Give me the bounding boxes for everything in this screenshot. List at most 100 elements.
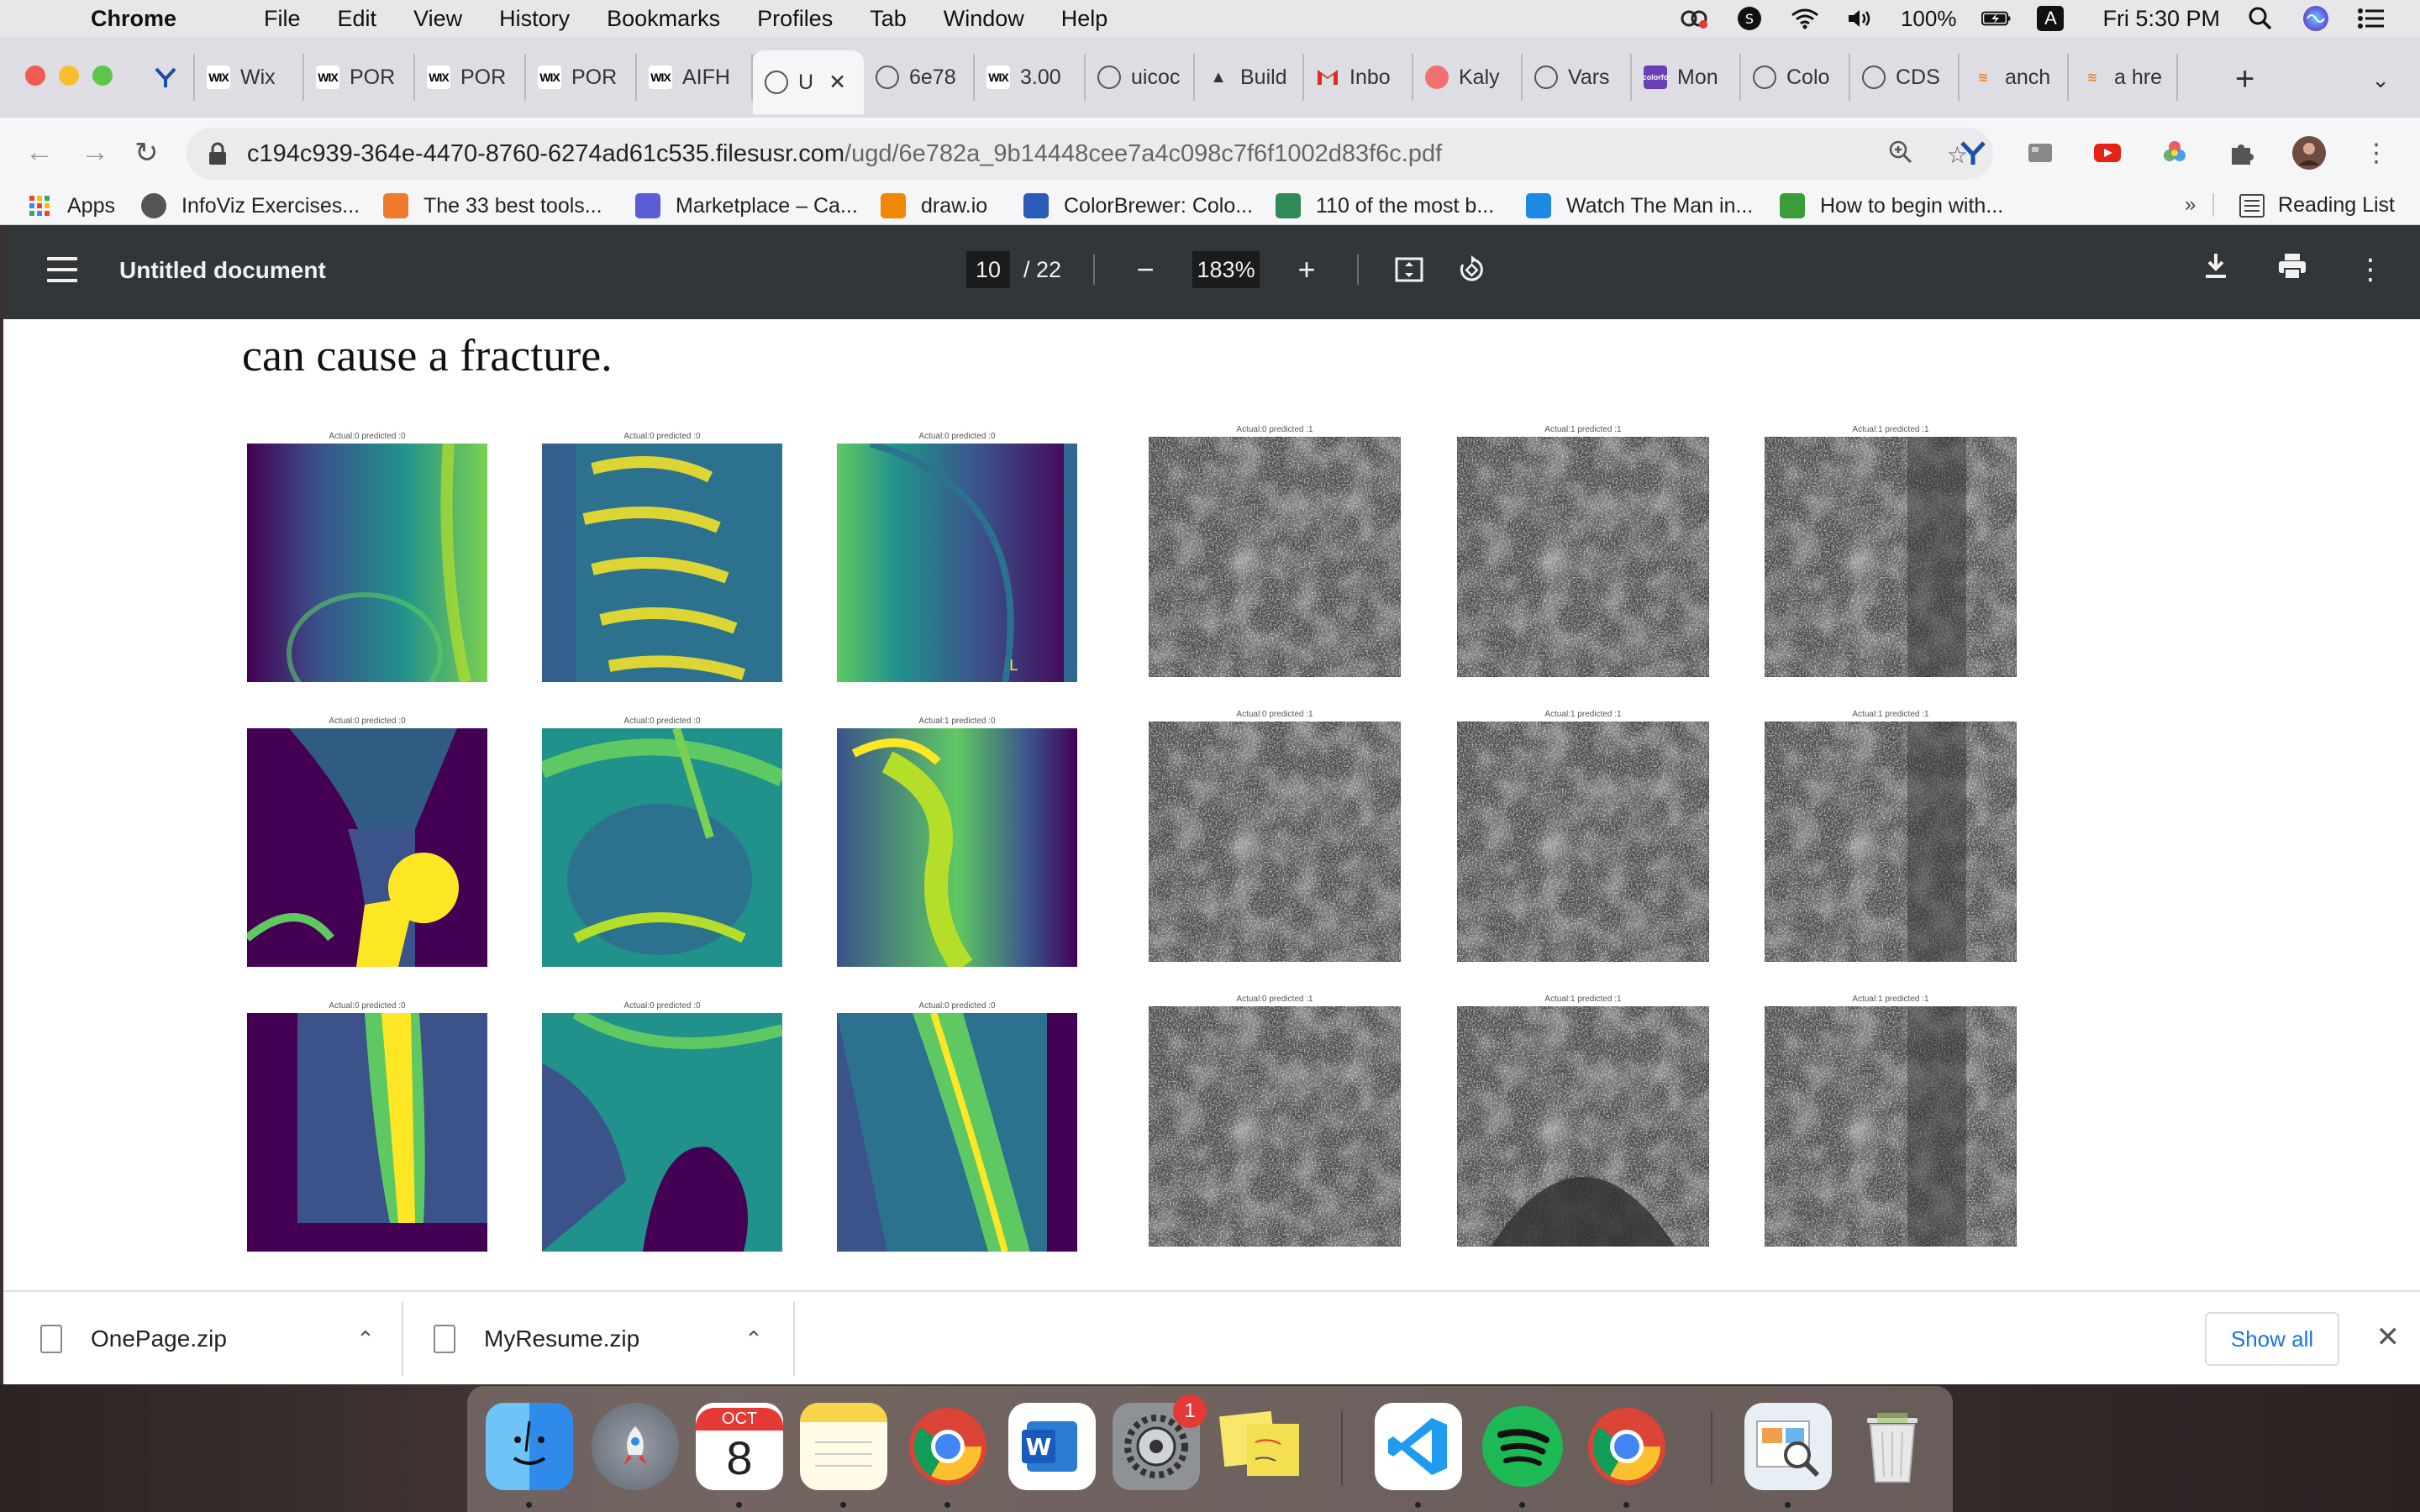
new-tab-button[interactable]: + — [2235, 60, 2254, 98]
y-extension-icon[interactable] — [1954, 134, 1991, 171]
download-item[interactable]: MyResume.zip ⌃ — [434, 1292, 795, 1386]
control-center-icon[interactable] — [2356, 3, 2386, 34]
browser-tab[interactable]: WIX POR — [526, 54, 637, 101]
browser-tab[interactable]: WIX 3.00 — [975, 54, 1086, 101]
extension-puzzle-gray-icon[interactable] — [2022, 134, 2059, 171]
minimize-window-button[interactable] — [59, 66, 79, 86]
tab-title: Wix — [240, 65, 276, 89]
siri-icon[interactable] — [2301, 3, 2331, 34]
menu-app-name[interactable]: Chrome — [91, 6, 176, 32]
menu-tab[interactable]: Tab — [870, 6, 907, 32]
color-picker-extension-icon[interactable] — [2156, 134, 2193, 171]
vscode-icon[interactable] — [1375, 1403, 1462, 1490]
reading-list-button[interactable]: Reading List — [2239, 193, 2395, 218]
close-downloads-bar-icon[interactable]: ✕ — [2376, 1320, 2401, 1354]
zoom-in-button[interactable]: + — [1288, 252, 1325, 287]
page-number-input[interactable]: 10 — [966, 251, 1010, 288]
menu-history[interactable]: History — [499, 6, 570, 32]
rotate-icon[interactable] — [1453, 255, 1490, 285]
stickies-icon[interactable] — [1217, 1403, 1304, 1490]
browser-tab[interactable]: ≋ anch — [1960, 54, 2069, 101]
profile-avatar[interactable] — [2291, 134, 2328, 171]
pdf-more-options-icon[interactable]: ⋮ — [2356, 253, 2385, 286]
youtube-extension-icon[interactable] — [2089, 134, 2126, 171]
bookmark-item[interactable]: Watch The Man in... — [1526, 193, 1753, 218]
browser-tab[interactable]: ≋ a hre — [2069, 54, 2178, 101]
browser-tab[interactable]: Kaly — [1413, 54, 1523, 101]
zoom-window-button[interactable] — [92, 66, 113, 86]
zoom-indicator-icon[interactable] — [1888, 139, 1913, 171]
word-icon[interactable]: W — [1008, 1403, 1096, 1490]
browser-tab[interactable]: WIX Wix — [195, 54, 304, 101]
browser-tab[interactable]: Vars — [1523, 54, 1632, 101]
menu-profiles[interactable]: Profiles — [757, 6, 833, 32]
show-all-downloads-button[interactable]: Show all — [2205, 1312, 2339, 1366]
browser-tab[interactable]: WIX POR — [304, 54, 415, 101]
chevron-up-icon[interactable]: ⌃ — [744, 1326, 763, 1352]
menu-help[interactable]: Help — [1061, 6, 1108, 32]
bookmark-item[interactable]: draw.io — [881, 193, 987, 218]
creative-cloud-icon[interactable] — [1679, 3, 1709, 34]
volume-icon[interactable] — [1845, 3, 1876, 34]
battery-icon[interactable] — [1981, 3, 2012, 34]
preview-icon[interactable] — [1744, 1403, 1832, 1490]
browser-tab[interactable]: Colo — [1741, 54, 1850, 101]
pdf-sidebar-menu-icon[interactable] — [47, 257, 77, 282]
fit-to-page-icon[interactable] — [1391, 255, 1428, 284]
chrome-icon[interactable] — [904, 1403, 992, 1490]
address-bar[interactable]: c194c939-364e-4470-8760-6274ad61c535.fil… — [187, 128, 1993, 180]
finder-icon[interactable] — [486, 1403, 573, 1490]
menu-window[interactable]: Window — [944, 6, 1024, 32]
bookmark-item[interactable]: InfoViz Exercises... — [141, 193, 360, 218]
menu-file[interactable]: File — [264, 6, 301, 32]
zoom-out-button[interactable]: − — [1127, 252, 1164, 287]
extensions-puzzle-icon[interactable] — [2223, 134, 2260, 171]
chrome-menu-icon[interactable]: ⋮ — [2358, 134, 2395, 171]
bookmark-item[interactable]: How to begin with... — [1780, 193, 2003, 218]
bookmarks-overflow-icon[interactable]: » — [2185, 193, 2215, 217]
download-icon[interactable] — [2203, 252, 2228, 288]
browser-tab[interactable]: uicoc — [1086, 54, 1195, 101]
menu-edit[interactable]: Edit — [338, 6, 377, 32]
launchpad-icon[interactable] — [592, 1403, 679, 1490]
input-source-icon[interactable]: A — [2037, 6, 2065, 31]
saliency-caption: Actual:0 predicted :1 — [1236, 710, 1313, 719]
bookmark-item[interactable]: Apps — [27, 193, 115, 218]
tab-search-chevron-icon[interactable]: ⌄ — [2371, 67, 2390, 93]
calendar-icon[interactable]: OCT 8 — [696, 1403, 783, 1490]
spotify-icon[interactable] — [1479, 1403, 1566, 1490]
close-window-button[interactable] — [25, 66, 45, 86]
browser-tab[interactable]: 6e78 — [864, 54, 975, 101]
browser-tab[interactable] — [143, 54, 195, 101]
chrome-icon[interactable] — [1583, 1403, 1670, 1490]
menu-bookmarks[interactable]: Bookmarks — [607, 6, 720, 32]
grammarly-icon[interactable]: S — [1734, 3, 1765, 34]
zoom-level-input[interactable]: 183% — [1192, 251, 1260, 288]
reload-button[interactable]: ↻ — [134, 136, 159, 170]
browser-tab[interactable]: colorfo Mon — [1632, 54, 1741, 101]
browser-tab[interactable]: ▲ Build — [1195, 54, 1304, 101]
browser-tab[interactable]: Inbo — [1304, 54, 1413, 101]
bookmark-item[interactable]: 110 of the most b... — [1276, 193, 1494, 218]
bookmark-item[interactable]: ColorBrewer: Colo... — [1023, 193, 1253, 218]
menu-clock[interactable]: Fri 5:30 PM — [2102, 6, 2220, 32]
back-button[interactable]: ← — [25, 136, 54, 169]
download-item[interactable]: OnePage.zip ⌃ — [40, 1292, 402, 1386]
wifi-icon[interactable] — [1790, 3, 1820, 34]
forward-button[interactable]: → — [81, 136, 109, 169]
browser-tab[interactable]: U ✕ — [753, 50, 864, 114]
notes-icon[interactable] — [800, 1403, 887, 1490]
browser-tab[interactable]: WIX POR — [415, 54, 526, 101]
spotlight-search-icon[interactable] — [2245, 3, 2275, 34]
close-tab-icon[interactable]: ✕ — [829, 70, 846, 95]
system-preferences-icon[interactable]: 1 — [1113, 1394, 1207, 1490]
bookmark-item[interactable]: Marketplace – Ca... — [635, 193, 858, 218]
trash-icon[interactable] — [1849, 1403, 1936, 1490]
browser-tab[interactable]: WIX AIFH — [637, 54, 753, 101]
bookmark-item[interactable]: The 33 best tools... — [383, 193, 602, 218]
chevron-up-icon[interactable]: ⌃ — [356, 1326, 375, 1352]
print-icon[interactable] — [2277, 252, 2307, 288]
saliency-map-image: Actual:0 predicted :1 — [1149, 995, 1401, 1247]
menu-view[interactable]: View — [413, 6, 462, 32]
browser-tab[interactable]: CDS — [1850, 54, 1960, 101]
